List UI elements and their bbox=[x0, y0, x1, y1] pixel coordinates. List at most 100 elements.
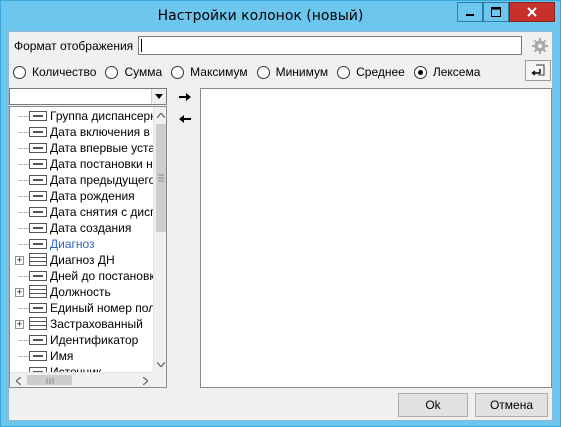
tree-item-label: Дата снятия с диспансерного учёта bbox=[50, 205, 153, 219]
field-icon bbox=[29, 239, 47, 249]
maximize-button[interactable] bbox=[483, 2, 509, 22]
tree-connector bbox=[19, 164, 29, 165]
minimize-icon bbox=[466, 14, 474, 16]
radio-lexeme[interactable]: Лексема bbox=[413, 65, 481, 79]
tree-item[interactable]: Группа диспансерного учёта bbox=[10, 108, 153, 124]
add-field-button[interactable] bbox=[177, 89, 193, 105]
vertical-scroll-thumb[interactable] bbox=[156, 124, 166, 232]
tree-item[interactable]: Дата включения в группу bbox=[10, 124, 153, 140]
scroll-down-button[interactable] bbox=[154, 356, 166, 372]
radio-count[interactable]: Количество bbox=[13, 65, 96, 79]
radio-min[interactable]: Минимум bbox=[256, 65, 329, 79]
minimize-button[interactable] bbox=[457, 2, 483, 22]
radio-average[interactable]: Среднее bbox=[337, 65, 405, 79]
window-title: Настройки колонок (новый) bbox=[157, 8, 364, 24]
expand-icon[interactable]: + bbox=[15, 288, 24, 297]
radio-label: Максимум bbox=[190, 65, 248, 79]
insert-button[interactable] bbox=[525, 60, 551, 81]
dialog-body: Формат отображения Количество Сумма Макс… bbox=[8, 31, 553, 421]
tree-item-label: Дата создания bbox=[50, 221, 132, 235]
tree-connector bbox=[19, 180, 29, 181]
field-icon bbox=[29, 271, 47, 281]
field-icon bbox=[29, 159, 47, 169]
tree-item[interactable]: + Диагноз ДН bbox=[10, 252, 153, 268]
arrow-right-icon bbox=[179, 93, 191, 101]
scroll-up-button[interactable] bbox=[154, 107, 166, 123]
tree-connector bbox=[19, 148, 29, 149]
field-icon bbox=[29, 191, 47, 201]
arrow-left-icon bbox=[179, 115, 191, 123]
tree-item[interactable]: Имя bbox=[10, 348, 153, 364]
expand-icon[interactable]: + bbox=[15, 256, 24, 265]
tree-item[interactable]: Дней до постановки на учёт bbox=[10, 268, 153, 284]
scroll-right-button[interactable] bbox=[137, 373, 153, 387]
tree-item-label: Диагноз bbox=[50, 237, 95, 251]
tree-item-label: Имя bbox=[50, 349, 74, 363]
remove-field-button[interactable] bbox=[177, 111, 193, 127]
radio-sum[interactable]: Сумма bbox=[105, 65, 162, 79]
radio-dot bbox=[337, 65, 351, 79]
tree-connector bbox=[19, 356, 29, 357]
chevron-left-icon bbox=[15, 376, 21, 385]
tree-connector bbox=[19, 308, 29, 309]
horizontal-scrollbar[interactable] bbox=[10, 372, 153, 387]
tree-item[interactable]: Диагноз bbox=[10, 236, 153, 252]
format-settings-button[interactable] bbox=[529, 36, 551, 55]
title-bar[interactable]: Настройки колонок (новый) bbox=[1, 1, 560, 31]
tree-item-label: Дней до постановки на учёт bbox=[50, 269, 153, 283]
tree-item[interactable]: Дата рождения bbox=[10, 188, 153, 204]
table-icon bbox=[29, 253, 47, 267]
field-icon bbox=[29, 223, 47, 233]
field-icon bbox=[29, 143, 47, 153]
text-caret bbox=[141, 39, 142, 52]
expand-icon[interactable]: + bbox=[15, 320, 24, 329]
close-icon bbox=[527, 7, 537, 17]
format-input[interactable] bbox=[138, 36, 522, 55]
vertical-scrollbar[interactable] bbox=[153, 107, 166, 372]
radio-max[interactable]: Максимум bbox=[171, 65, 248, 79]
radio-label: Сумма bbox=[124, 65, 163, 79]
format-label: Формат отображения bbox=[14, 39, 134, 53]
tree-item[interactable]: Источник bbox=[10, 364, 153, 372]
tree-item[interactable]: Идентификатор bbox=[10, 332, 153, 348]
fields-tree[interactable]: Группа диспансерного учёта Дата включения… bbox=[9, 106, 167, 388]
tree-item[interactable]: + Должность bbox=[10, 284, 153, 300]
scrollbar-corner bbox=[153, 372, 166, 387]
radio-label: Лексема bbox=[432, 65, 481, 79]
tree-item[interactable]: Дата впервые установленного bbox=[10, 140, 153, 156]
scroll-left-button[interactable] bbox=[10, 373, 26, 387]
field-icon bbox=[29, 111, 47, 121]
radio-dot bbox=[256, 65, 270, 79]
tree-item-label: Диагноз ДН bbox=[50, 253, 115, 267]
horizontal-scroll-thumb[interactable] bbox=[27, 375, 72, 385]
field-icon bbox=[29, 127, 47, 137]
close-button[interactable] bbox=[509, 2, 555, 22]
tree-item-label: Идентификатор bbox=[50, 333, 139, 347]
tree-item[interactable]: Дата постановки на учёт bbox=[10, 156, 153, 172]
tree-connector bbox=[19, 196, 29, 197]
tree-item[interactable]: + Застрахованный bbox=[10, 316, 153, 332]
tree-connector bbox=[19, 276, 29, 277]
tree-item[interactable]: Единый номер полиса bbox=[10, 300, 153, 316]
tree-item[interactable]: Дата создания bbox=[10, 220, 153, 236]
tree-connector bbox=[19, 116, 29, 117]
grip-icon bbox=[158, 174, 164, 182]
tree-connector bbox=[19, 228, 29, 229]
cancel-button[interactable]: Отмена bbox=[475, 393, 548, 417]
tree-item-label: Дата включения в группу bbox=[50, 125, 153, 139]
tree-connector bbox=[19, 212, 29, 213]
tree-item[interactable]: Дата предыдущего осмотра bbox=[10, 172, 153, 188]
tree-item-label: Застрахованный bbox=[50, 317, 143, 331]
radio-dot bbox=[105, 65, 119, 79]
combobox-dropdown-button[interactable] bbox=[151, 89, 166, 104]
field-filter-combobox[interactable] bbox=[9, 88, 167, 105]
tree-item[interactable]: Дата снятия с диспансерного учёта bbox=[10, 204, 153, 220]
ok-button[interactable]: Ok bbox=[398, 393, 468, 417]
chevron-up-icon bbox=[157, 112, 165, 118]
selected-columns-panel[interactable] bbox=[200, 88, 552, 388]
radio-label: Минимум bbox=[275, 65, 329, 79]
chevron-down-icon bbox=[155, 94, 163, 99]
radio-dot-checked bbox=[413, 65, 427, 79]
field-icon bbox=[29, 351, 47, 361]
field-icon bbox=[29, 335, 47, 345]
